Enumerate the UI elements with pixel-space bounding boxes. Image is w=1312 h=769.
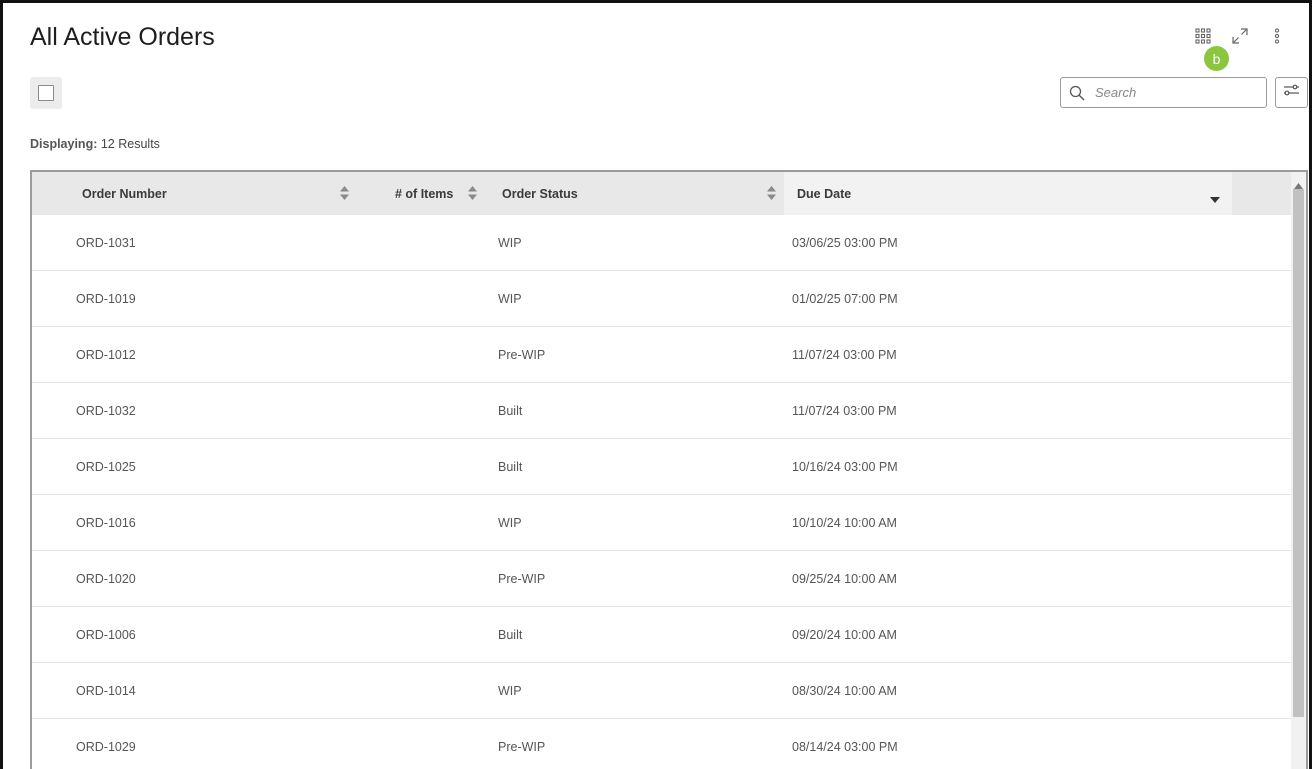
table-row[interactable]: ORD-1016 WIP 10/10/24 10:00 AM [32,495,1291,551]
column-header-items[interactable]: # of Items [357,172,485,215]
sort-both-icon [340,186,349,203]
cell-due-date: 10/16/24 03:00 PM [792,459,898,474]
panel-actions [1184,25,1295,47]
page-title: All Active Orders [30,23,215,51]
table-row[interactable]: ORD-1029 Pre-WIP 08/14/24 03:00 PM [32,719,1291,769]
cell-due-date: 11/07/24 03:00 PM [792,347,897,362]
cell-status: WIP [498,683,522,698]
cell-order-number: ORD-1006 [76,627,136,642]
cell-order-number: ORD-1020 [76,571,136,586]
search-box [1060,77,1267,108]
select-all-container [30,77,62,109]
cell-status: Built [498,627,523,642]
cell-status: Pre-WIP [498,739,546,754]
column-header-order-status[interactable]: Order Status [485,172,784,215]
cell-due-date: 08/14/24 03:00 PM [792,739,898,754]
cell-due-date: 09/25/24 10:00 AM [792,571,897,586]
select-all-checkbox[interactable] [38,85,54,101]
cell-order-number: ORD-1012 [76,347,136,362]
column-header-due-date[interactable]: Due Date [784,172,1232,215]
user-avatar-badge[interactable]: b [1204,46,1229,71]
orders-panel: All Active Orders b Search Displaying: 1… [0,0,1312,769]
sort-descending-icon [1210,192,1220,206]
cell-due-date: 01/02/25 07:00 PM [792,291,898,306]
sort-both-icon [767,186,776,203]
cell-order-number: ORD-1032 [76,403,136,418]
scrollbar-thumb[interactable] [1293,189,1304,717]
cell-due-date: 03/06/25 03:00 PM [792,235,898,250]
cell-status: Pre-WIP [498,571,546,586]
cell-order-number: ORD-1029 [76,739,136,754]
column-label: Order Number [82,186,167,201]
table-row[interactable]: ORD-1025 Built 10/16/24 03:00 PM [32,439,1291,495]
search-input[interactable] [1093,84,1257,101]
more-vertical-icon[interactable] [1258,25,1295,47]
results-label: Displaying: [30,137,98,151]
cell-order-number: ORD-1016 [76,515,136,530]
table-body: ORD-1031 WIP 03/06/25 03:00 PM ORD-1019 … [32,215,1291,769]
sort-both-icon [468,186,477,203]
table-row[interactable]: ORD-1032 Built 11/07/24 03:00 PM [32,383,1291,439]
cell-due-date: 09/20/24 10:00 AM [792,627,897,642]
filter-sliders-icon [1283,83,1300,102]
orders-table: Order Number # of Items Order Status Due… [30,170,1308,769]
table-row[interactable]: ORD-1014 WIP 08/30/24 10:00 AM [32,663,1291,719]
cell-order-number: ORD-1031 [76,235,136,250]
cell-order-number: ORD-1014 [76,683,136,698]
filter-button[interactable] [1275,77,1308,108]
cell-status: Built [498,403,523,418]
table-row[interactable]: ORD-1012 Pre-WIP 11/07/24 03:00 PM [32,327,1291,383]
table-row[interactable]: ORD-1020 Pre-WIP 09/25/24 10:00 AM [32,551,1291,607]
cell-status: WIP [498,291,522,306]
results-summary: Displaying: 12 Results [30,137,160,151]
column-label: Due Date [797,186,852,201]
cell-status: Built [498,459,523,474]
column-header-order-number[interactable]: Order Number [32,172,357,215]
table-header: Order Number # of Items Order Status Due… [32,172,1291,215]
column-label: # of Items [395,186,454,201]
column-label: Order Status [502,186,578,201]
search-icon [1069,85,1085,101]
cell-order-number: ORD-1019 [76,291,136,306]
cell-due-date: 11/07/24 03:00 PM [792,403,897,418]
table-row[interactable]: ORD-1019 WIP 01/02/25 07:00 PM [32,271,1291,327]
table-row[interactable]: ORD-1006 Built 09/20/24 10:00 AM [32,607,1291,663]
cell-due-date: 10/10/24 10:00 AM [792,515,897,530]
apps-grid-icon[interactable] [1184,25,1221,47]
cell-status: WIP [498,235,522,250]
cell-status: WIP [498,515,522,530]
cell-due-date: 08/30/24 10:00 AM [792,683,897,698]
results-count: 12 Results [100,137,160,151]
cell-order-number: ORD-1025 [76,459,136,474]
table-row[interactable]: ORD-1031 WIP 03/06/25 03:00 PM [32,215,1291,271]
vertical-scrollbar[interactable] [1291,172,1306,769]
cell-status: Pre-WIP [498,347,546,362]
column-header-spacer [1232,172,1291,215]
expand-icon[interactable] [1221,25,1258,47]
